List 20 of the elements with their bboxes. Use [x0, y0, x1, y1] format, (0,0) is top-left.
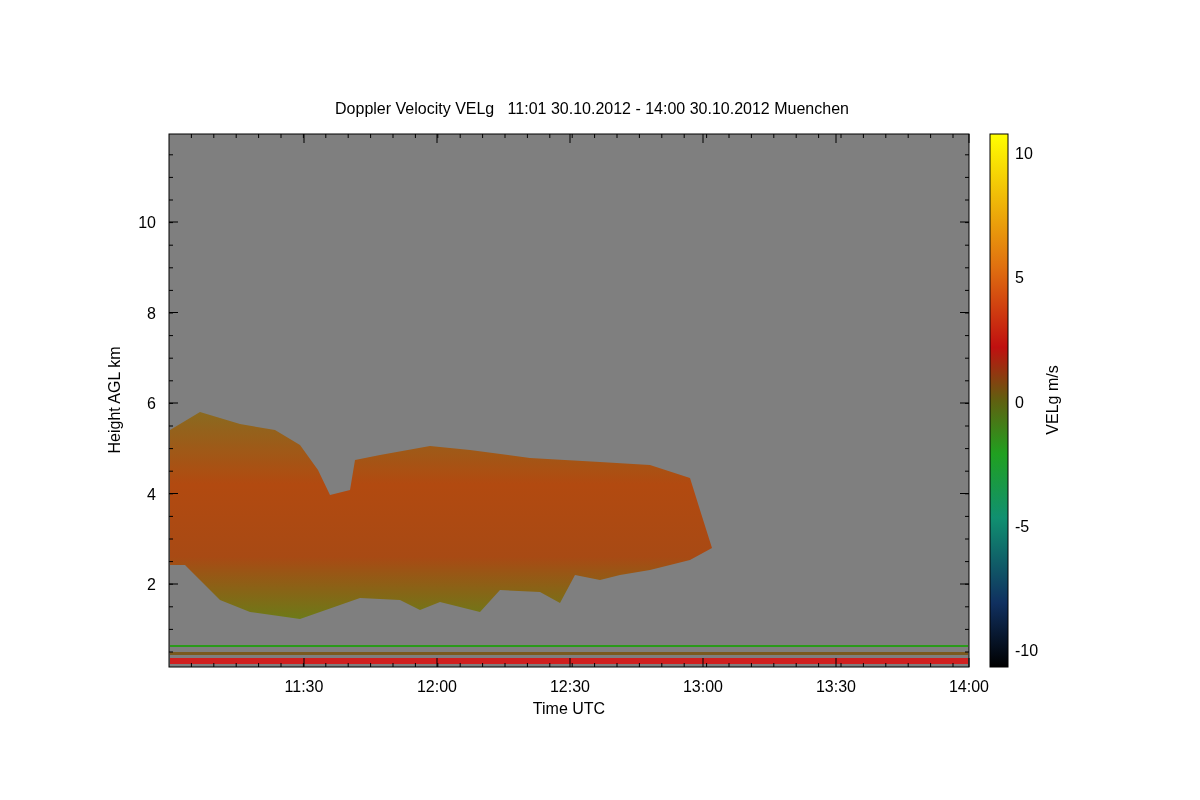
- x-tick-label: 12:30: [550, 678, 590, 695]
- y-tick-label: 4: [147, 485, 156, 503]
- colorbar-tick-label: -10: [1015, 642, 1039, 659]
- plot-title: Doppler Velocity VELg 11:01 30.10.2012 - 14:00 30.10.2012 Muenchen: [335, 100, 849, 117]
- x-tick-label: 12:00: [417, 678, 457, 695]
- colorbar-tick-label: 10: [1015, 145, 1033, 162]
- y-tick-label: 6: [147, 395, 156, 412]
- x-tick-label: 11:30: [284, 678, 324, 695]
- x-tick-label: 13:00: [683, 678, 723, 695]
- y-axis-label: Height AGL km: [106, 346, 123, 454]
- y-tick-label: 2: [147, 576, 156, 593]
- y-tick-label: 8: [147, 304, 156, 322]
- colorbar-tick-label: 5: [1015, 269, 1024, 287]
- y-tick-label: 10: [138, 214, 156, 231]
- x-axis-label: Time UTC: [532, 700, 606, 717]
- x-tick-label: 13:30: [816, 678, 856, 695]
- colorbar-tick-label: -5: [1015, 517, 1030, 535]
- colorbar-tick-label: 0: [1015, 393, 1024, 411]
- x-tick-label: 14:00: [949, 678, 989, 695]
- colorbar-label: VELg m/s: [1044, 365, 1061, 435]
